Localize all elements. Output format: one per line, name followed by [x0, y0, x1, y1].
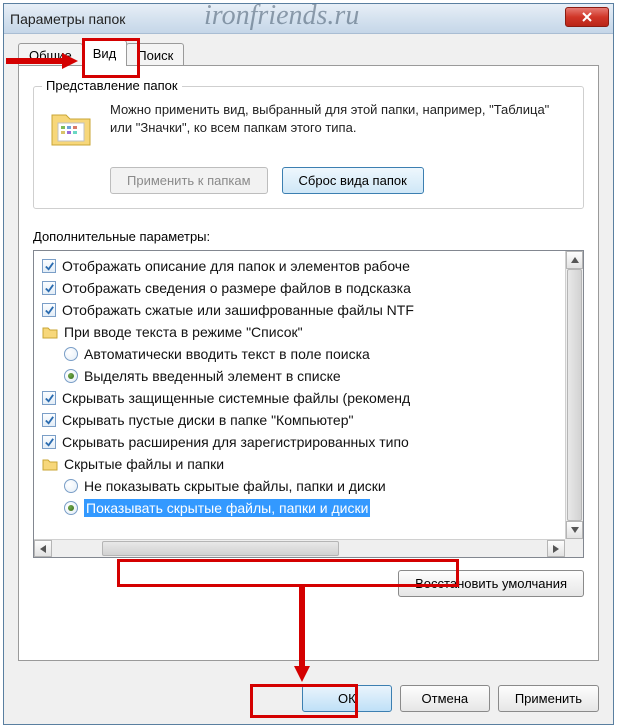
tab-bar: Общие Вид Поиск: [18, 40, 599, 66]
scroll-left-button[interactable]: [34, 540, 52, 557]
folder-icon: [42, 325, 58, 339]
tree-item-select-typed[interactable]: Выделять введенный элемент в списке: [38, 365, 581, 387]
folder-views-group: Представление папок Можно применить вид,…: [33, 86, 584, 209]
advanced-params-label: Дополнительные параметры:: [33, 229, 584, 244]
scroll-track[interactable]: [52, 540, 547, 557]
scroll-down-button[interactable]: [566, 521, 583, 539]
radio-icon[interactable]: [64, 501, 78, 515]
radio-icon[interactable]: [64, 369, 78, 383]
tree-item-dont-show-hidden[interactable]: Не показывать скрытые файлы, папки и дис…: [38, 475, 581, 497]
apply-to-folders-button: Применить к папкам: [110, 167, 268, 194]
tree-item-hide-protected[interactable]: Скрывать защищенные системные файлы (рек…: [38, 387, 581, 409]
tree-item-hide-extensions[interactable]: Скрывать расширения для зарегистрированн…: [38, 431, 581, 453]
tab-panel-view: Представление папок Можно применить вид,…: [18, 65, 599, 661]
ok-button[interactable]: ОК: [302, 685, 392, 712]
tree-item-ntfs-color[interactable]: Отображать сжатые или зашифрованные файл…: [38, 299, 581, 321]
checkbox-icon[interactable]: [42, 391, 56, 405]
scroll-thumb[interactable]: [102, 541, 340, 556]
tree-item-hide-empty-drives[interactable]: Скрывать пустые диски в папке "Компьютер…: [38, 409, 581, 431]
folder-options-dialog: Параметры папок ironfriends.ru Общие Вид…: [3, 3, 614, 725]
chevron-down-icon: [571, 527, 579, 533]
checkbox-icon[interactable]: [42, 259, 56, 273]
tree-group-list-typing: При вводе текста в режиме "Список": [38, 321, 581, 343]
scroll-up-button[interactable]: [566, 251, 583, 269]
checkbox-icon[interactable]: [42, 303, 56, 317]
chevron-up-icon: [571, 257, 579, 263]
restore-defaults-button[interactable]: Восстановить умолчания: [398, 570, 584, 597]
annotation-arrow-to-ok: [295, 586, 309, 684]
close-button[interactable]: [565, 7, 609, 27]
scroll-track[interactable]: [566, 269, 583, 521]
tree-group-hidden-files: Скрытые файлы и папки: [38, 453, 581, 475]
reset-folder-views-button[interactable]: Сброс вида папок: [282, 167, 424, 194]
folder-views-text: Можно применить вид, выбранный для этой …: [110, 101, 569, 151]
close-icon: [581, 11, 593, 23]
advanced-settings-tree[interactable]: Отображать описание для папок и элементо…: [33, 250, 584, 558]
checkbox-icon[interactable]: [42, 413, 56, 427]
folder-icon: [48, 103, 96, 151]
apply-button[interactable]: Применить: [498, 685, 599, 712]
scroll-thumb[interactable]: [567, 269, 582, 521]
tree-item-show-size[interactable]: Отображать сведения о размере файлов в п…: [38, 277, 581, 299]
window-title: Параметры папок: [10, 11, 125, 27]
watermark-text: ironfriends.ru: [204, 0, 359, 32]
checkbox-icon[interactable]: [42, 435, 56, 449]
scroll-corner: [565, 539, 583, 557]
cancel-button[interactable]: Отмена: [400, 685, 490, 712]
folder-icon: [42, 457, 58, 471]
tree-item-show-descriptions[interactable]: Отображать описание для папок и элементо…: [38, 255, 581, 277]
checkbox-icon[interactable]: [42, 281, 56, 295]
titlebar[interactable]: Параметры папок ironfriends.ru: [4, 4, 613, 34]
chevron-left-icon: [40, 545, 46, 553]
tab-view[interactable]: Вид: [82, 40, 128, 66]
chevron-right-icon: [553, 545, 559, 553]
radio-icon[interactable]: [64, 479, 78, 493]
annotation-arrow-to-tab: [6, 54, 82, 68]
vertical-scrollbar[interactable]: [565, 251, 583, 539]
scroll-right-button[interactable]: [547, 540, 565, 557]
folder-views-title: Представление папок: [42, 78, 182, 93]
tab-search[interactable]: Поиск: [126, 43, 184, 66]
tree-item-show-hidden[interactable]: Показывать скрытые файлы, папки и диски: [38, 497, 581, 519]
horizontal-scrollbar[interactable]: [34, 539, 565, 557]
radio-icon[interactable]: [64, 347, 78, 361]
tree-item-auto-type-search[interactable]: Автоматически вводить текст в поле поиск…: [38, 343, 581, 365]
